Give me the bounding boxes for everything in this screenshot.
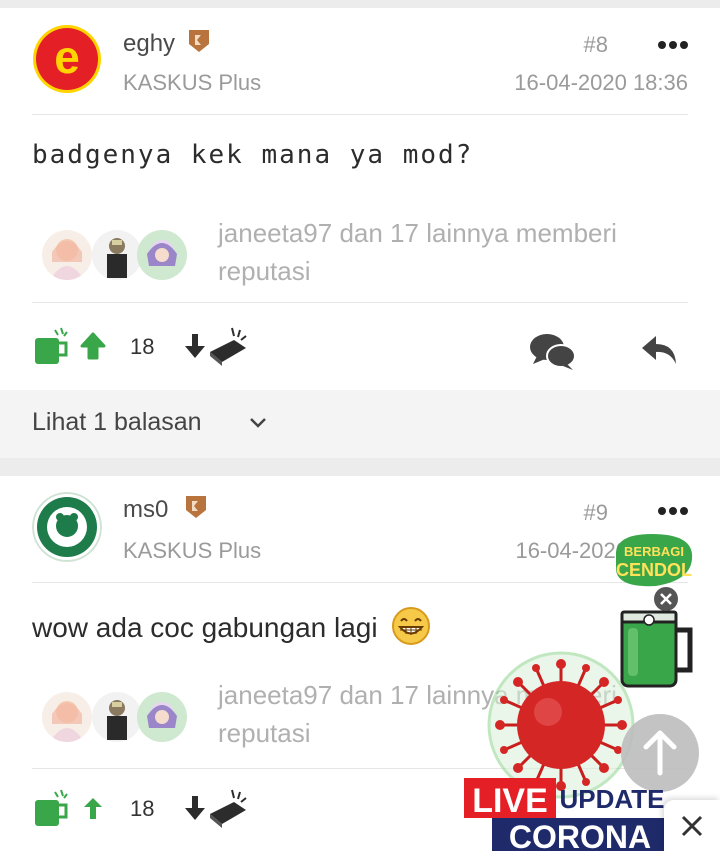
svg-text:UPDATE: UPDATE xyxy=(560,784,665,814)
post-content: wow ada coc gabungan lagi xyxy=(32,606,431,653)
post-card: e eghy KASKUS Plus #8 16-04-2020 18:36 b… xyxy=(0,8,720,390)
divider xyxy=(32,114,688,115)
reputation-avatar[interactable] xyxy=(42,692,92,742)
post-date: 16-04-2020 18:36 xyxy=(514,70,688,95)
username[interactable]: eghy xyxy=(123,30,175,58)
downvote-icon[interactable] xyxy=(182,794,208,827)
cendol-icon[interactable] xyxy=(33,326,73,371)
upvote-icon[interactable] xyxy=(80,794,106,827)
user-group: KASKUS Plus xyxy=(123,538,262,563)
more-options-icon[interactable] xyxy=(658,506,688,516)
post-separator xyxy=(0,458,720,476)
user-group: KASKUS Plus xyxy=(123,70,262,95)
reputation-avatar[interactable] xyxy=(137,230,187,280)
svg-text:e: e xyxy=(54,31,80,83)
svg-text:LIVE: LIVE xyxy=(472,782,548,820)
post-content: badgenya kek mana ya mod? xyxy=(32,140,474,170)
svg-text:CENDOL: CENDOL xyxy=(616,560,692,580)
avatar[interactable]: e xyxy=(32,24,102,94)
reputation-avatar[interactable] xyxy=(92,230,142,280)
svg-text:CORONA: CORONA xyxy=(509,819,651,851)
post-number[interactable]: #9 xyxy=(584,500,608,526)
cendol-icon[interactable] xyxy=(33,788,73,833)
show-replies-button[interactable]: Lihat 1 balasan xyxy=(0,390,720,458)
show-replies-label: Lihat 1 balasan xyxy=(32,408,202,436)
more-options-icon[interactable] xyxy=(658,40,688,50)
vote-count: 18 xyxy=(130,334,155,359)
bata-icon[interactable] xyxy=(206,786,252,835)
live-update-corona-banner[interactable]: LIVE UPDATE CORONA xyxy=(462,774,668,851)
reply-icon[interactable] xyxy=(640,332,680,373)
chevron-down-icon xyxy=(248,412,268,437)
top-separator xyxy=(0,0,720,8)
vote-count: 18 xyxy=(130,796,155,821)
reputation-avatar[interactable] xyxy=(137,692,187,742)
avatar[interactable] xyxy=(32,492,102,562)
comment-icon[interactable] xyxy=(529,332,577,377)
downvote-icon[interactable] xyxy=(182,332,208,365)
reputation-text[interactable]: janeeta97 dan 17 lainnya memberi reputas… xyxy=(218,214,678,290)
reputation-avatar[interactable] xyxy=(42,230,92,280)
kaskus-badge-icon xyxy=(187,28,211,54)
upvote-icon[interactable] xyxy=(80,332,106,365)
reputation-avatar[interactable] xyxy=(92,692,142,742)
grin-emoji-icon xyxy=(391,606,431,653)
close-cendol-icon[interactable] xyxy=(653,586,679,612)
post-number[interactable]: #8 xyxy=(584,32,608,58)
divider xyxy=(32,302,688,303)
close-banner-button[interactable] xyxy=(664,800,720,851)
svg-text:BERBAGI: BERBAGI xyxy=(624,544,684,559)
post-content-text: wow ada coc gabungan lagi xyxy=(32,611,378,643)
kaskus-badge-icon xyxy=(184,494,208,520)
bata-icon[interactable] xyxy=(206,324,252,373)
divider xyxy=(32,582,688,583)
username[interactable]: ms0 xyxy=(123,496,168,524)
